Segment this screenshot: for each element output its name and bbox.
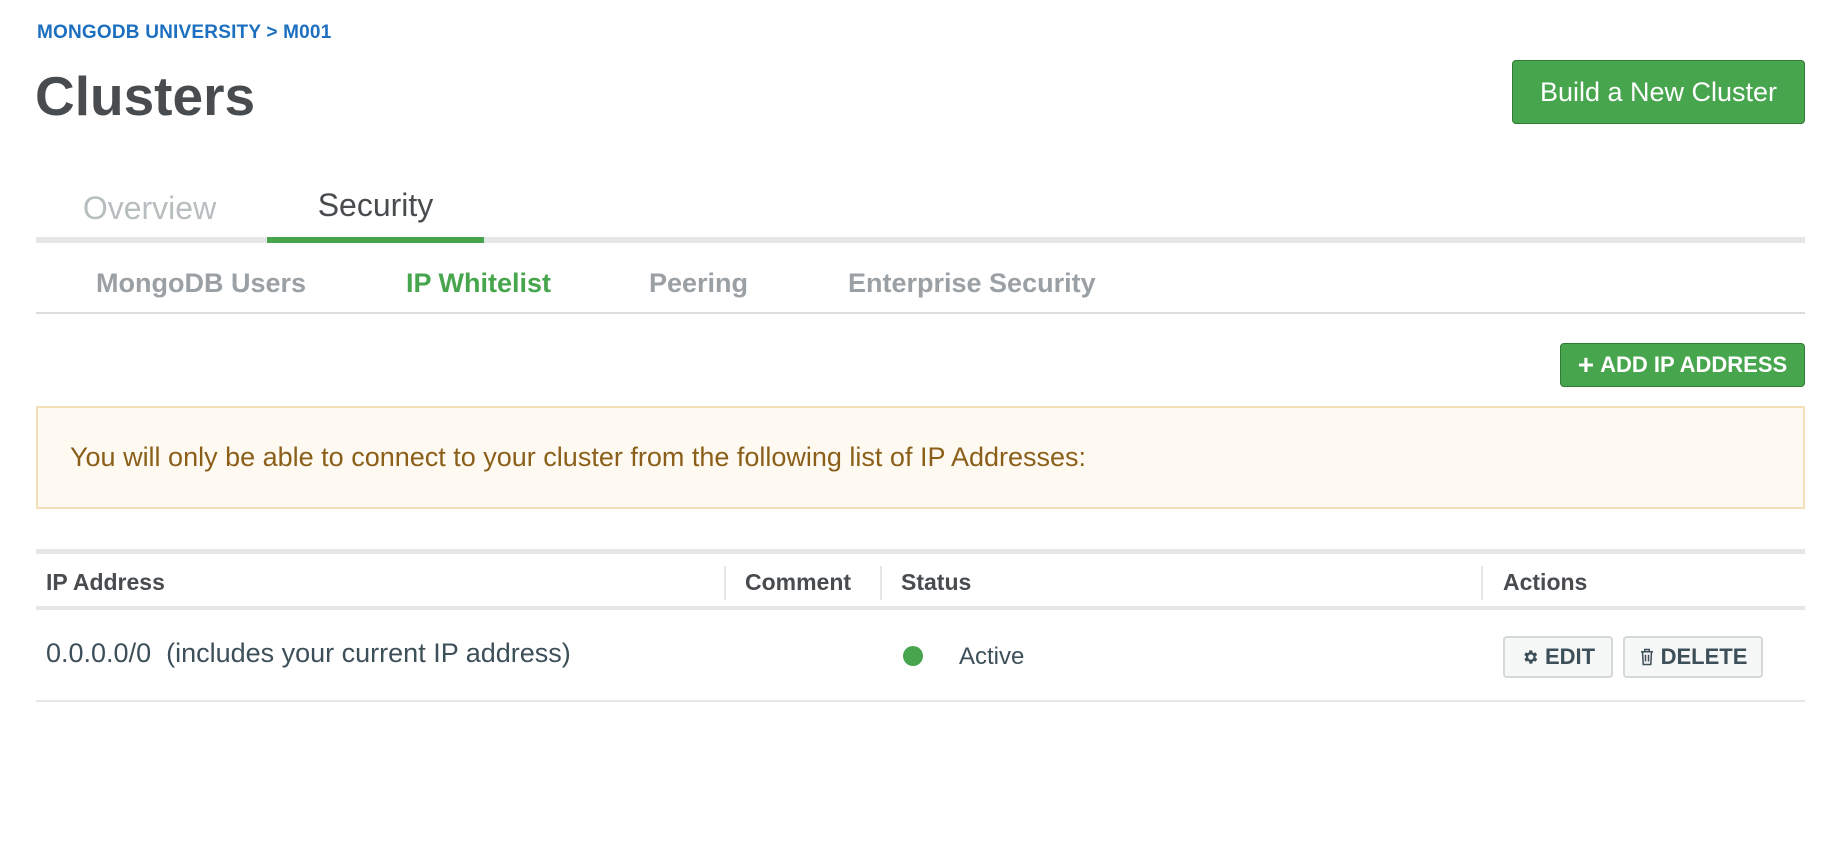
subtab-ip-whitelist[interactable]: IP Whitelist bbox=[406, 268, 551, 299]
main-tabs: Overview Security bbox=[36, 174, 1805, 243]
build-new-cluster-button[interactable]: Build a New Cluster bbox=[1512, 60, 1805, 124]
notice-text: You will only be able to connect to your… bbox=[70, 442, 1087, 472]
table-row: 0.0.0.0/0 (includes your current IP addr… bbox=[36, 610, 1805, 702]
ip-notice-banner: You will only be able to connect to your… bbox=[36, 406, 1805, 509]
subtab-mongodb-users[interactable]: MongoDB Users bbox=[96, 268, 306, 299]
gear-icon bbox=[1521, 648, 1539, 666]
column-separator bbox=[724, 566, 726, 600]
add-ip-address-button[interactable]: + ADD IP ADDRESS bbox=[1560, 343, 1805, 387]
header-status: Status bbox=[901, 569, 972, 595]
ip-whitelist-table: IP Address Comment Status Actions 0.0.0.… bbox=[36, 549, 1805, 702]
plus-icon: + bbox=[1577, 349, 1595, 380]
tab-security[interactable]: Security bbox=[267, 174, 484, 243]
delete-label: DELETE bbox=[1660, 644, 1748, 669]
column-separator bbox=[1481, 566, 1483, 600]
column-separator bbox=[880, 566, 882, 600]
status-dot-icon bbox=[903, 646, 923, 666]
trash-icon bbox=[1639, 648, 1655, 666]
page-title: Clusters bbox=[35, 65, 256, 127]
edit-label: EDIT bbox=[1544, 644, 1596, 669]
header-actions: Actions bbox=[1503, 569, 1588, 595]
ip-address-cell: 0.0.0.0/0 (includes your current IP addr… bbox=[46, 638, 571, 668]
table-header: IP Address Comment Status Actions bbox=[36, 554, 1805, 610]
status-text: Active bbox=[959, 643, 1025, 670]
add-ip-address-label: ADD IP ADDRESS bbox=[1600, 352, 1788, 377]
header-comment: Comment bbox=[745, 569, 852, 595]
tab-overview[interactable]: Overview bbox=[36, 174, 263, 243]
breadcrumb[interactable]: MONGODB UNIVERSITY > M001 bbox=[37, 22, 331, 44]
sub-tabs: MongoDB Users IP Whitelist Peering Enter… bbox=[36, 260, 1805, 314]
delete-button[interactable]: DELETE bbox=[1623, 636, 1763, 678]
subtab-peering[interactable]: Peering bbox=[649, 268, 748, 299]
edit-button[interactable]: EDIT bbox=[1503, 636, 1613, 678]
subtab-enterprise-security[interactable]: Enterprise Security bbox=[848, 268, 1096, 299]
header-ip-address: IP Address bbox=[46, 569, 165, 595]
